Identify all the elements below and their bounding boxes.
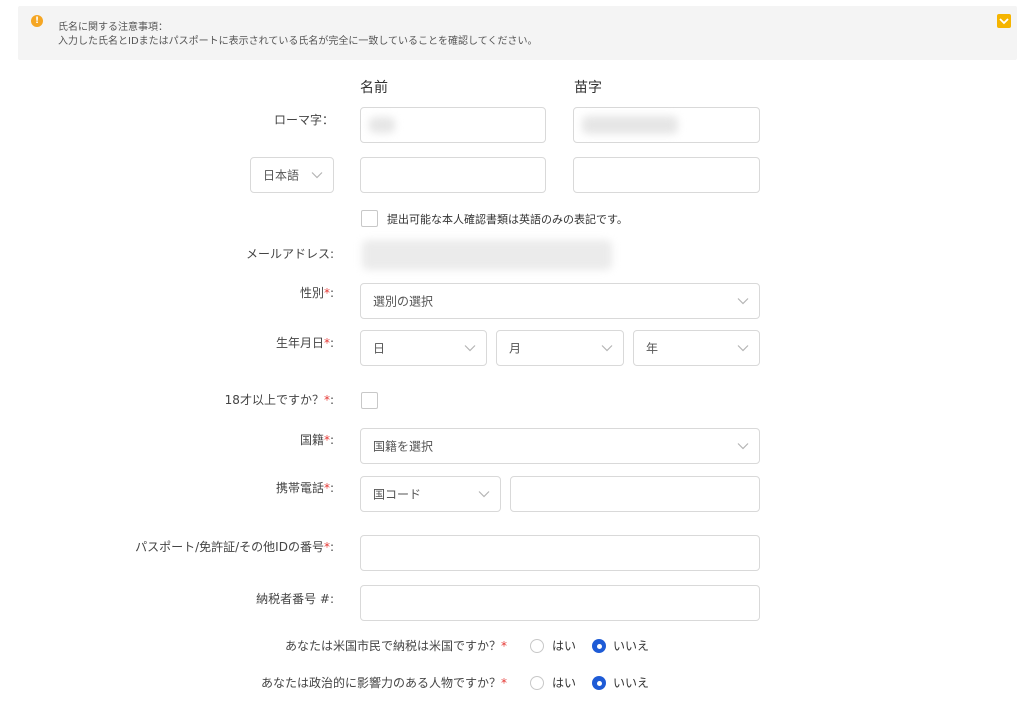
- birthdate-label: 生年月日*:: [275, 336, 334, 350]
- romaji-label: ローマ字：: [273, 113, 334, 127]
- us-citizen-question: あなたは米国市民で納税は米国ですか？*: [284, 639, 507, 653]
- mobile-label: 携帯電話*:: [275, 481, 334, 495]
- first-name-native-input[interactable]: [360, 157, 546, 193]
- chevron-down-icon: [311, 172, 323, 179]
- info-icon: !: [31, 15, 43, 27]
- us-citizen-no-radio[interactable]: [592, 639, 606, 653]
- chevron-down-icon: [737, 443, 749, 450]
- pep-yes-radio[interactable]: [530, 676, 544, 690]
- name-language-select[interactable]: 日本語: [250, 157, 334, 193]
- taxpayer-label: 納税者番号 #:: [256, 592, 334, 606]
- us-citizen-yes-label: はい: [552, 639, 577, 653]
- pep-no-radio[interactable]: [592, 676, 606, 690]
- country-code-placeholder: 国コード: [373, 487, 422, 502]
- birth-month-value: 月: [509, 341, 522, 356]
- nationality-placeholder: 国籍を選択: [373, 439, 434, 454]
- pep-yes-label: はい: [552, 676, 577, 690]
- adult-checkbox[interactable]: [361, 392, 378, 409]
- gender-select[interactable]: 選別の選択: [360, 283, 760, 319]
- birth-day-select[interactable]: 日: [360, 330, 487, 366]
- chevron-down-icon: [478, 491, 490, 498]
- redacted-first-name: [369, 117, 395, 133]
- collapse-chevron-icon[interactable]: [997, 14, 1011, 28]
- birth-year-select[interactable]: 年: [633, 330, 760, 366]
- taxpayer-input[interactable]: [360, 585, 760, 621]
- birth-month-select[interactable]: 月: [496, 330, 624, 366]
- notice-text: 入力した氏名とIDまたはパスポートに表示されている氏名が完全に一致していることを…: [58, 36, 538, 47]
- last-name-native-input[interactable]: [573, 157, 760, 193]
- last-name-header: 苗字: [574, 80, 602, 96]
- redacted-last-name: [582, 116, 678, 134]
- last-name-romaji-input[interactable]: [573, 107, 760, 143]
- nationality-select[interactable]: 国籍を選択: [360, 428, 760, 464]
- name-notice-banner: ! 氏名に関する注意事項： 入力した氏名とIDまたはパスポートに表示されている氏…: [18, 6, 1017, 60]
- notice-title: 氏名に関する注意事項：: [58, 22, 168, 33]
- english-only-label: 提出可能な本人確認書類は英語のみの表記です。: [387, 213, 628, 226]
- nationality-label: 国籍*:: [299, 433, 334, 447]
- id-number-input[interactable]: [360, 535, 760, 571]
- us-citizen-no-label: いいえ: [613, 639, 650, 653]
- mobile-number-input[interactable]: [510, 476, 760, 512]
- gender-label: 性別*:: [299, 286, 334, 300]
- chevron-down-icon: [464, 345, 476, 352]
- us-citizen-yes-radio[interactable]: [530, 639, 544, 653]
- first-name-header: 名前: [360, 80, 388, 96]
- country-code-select[interactable]: 国コード: [360, 476, 501, 512]
- name-language-value: 日本語: [263, 168, 300, 183]
- pep-question: あなたは政治的に影響力のある人物ですか？*: [260, 676, 507, 690]
- chevron-down-icon: [737, 345, 749, 352]
- first-name-romaji-input[interactable]: [360, 107, 546, 143]
- email-label: メールアドレス:: [245, 247, 334, 261]
- chevron-down-icon: [737, 298, 749, 305]
- redacted-email: [362, 240, 612, 270]
- id-number-label: パスポート/免許証/その他IDの番号*:: [135, 540, 334, 554]
- gender-placeholder: 選別の選択: [373, 294, 434, 309]
- birth-year-value: 年: [646, 341, 659, 356]
- english-only-checkbox[interactable]: [361, 210, 378, 227]
- adult-label: 18才以上ですか？*:: [224, 393, 334, 407]
- chevron-down-icon: [601, 345, 613, 352]
- pep-no-label: いいえ: [613, 676, 650, 690]
- birth-day-value: 日: [373, 341, 386, 356]
